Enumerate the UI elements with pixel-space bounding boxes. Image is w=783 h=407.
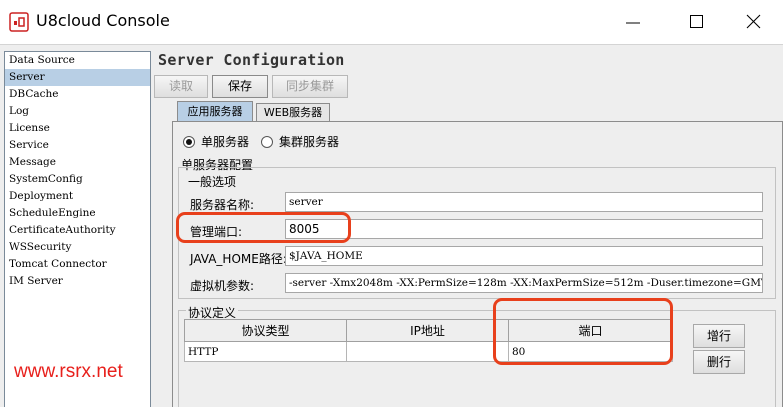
- tab-web-server[interactable]: WEB服务器: [256, 103, 330, 122]
- java-home-field[interactable]: $JAVA_HOME: [285, 246, 763, 266]
- radio-dot-unchecked: [261, 135, 273, 148]
- nav-item-wssecurity[interactable]: WSSecurity: [5, 239, 150, 256]
- nav-item-scheduleengine[interactable]: ScheduleEngine: [5, 205, 150, 222]
- nav-tree: Data Source Server DBCache Log License Servic…: [4, 51, 151, 407]
- radio-cluster-label: 集群服务器: [279, 135, 340, 149]
- tab-app-server[interactable]: 应用服务器: [177, 101, 253, 122]
- nav-item-log[interactable]: Log: [5, 103, 150, 120]
- nav-item-service[interactable]: Service: [5, 137, 150, 154]
- nav-item-data-source[interactable]: Data Source: [5, 52, 150, 69]
- server-name-label: 服务器名称:: [190, 198, 255, 212]
- nav-item-systemconfig[interactable]: SystemConfig: [5, 171, 150, 188]
- read-button[interactable]: 读取: [154, 75, 208, 98]
- radio-cluster-server[interactable]: 集群服务器: [261, 133, 339, 150]
- watermark-text: www.rsrx.net: [14, 361, 123, 382]
- nav-item-server[interactable]: Server: [5, 69, 150, 86]
- sync-cluster-button[interactable]: 同步集群: [272, 75, 348, 98]
- app-icon: [9, 12, 29, 32]
- jvm-args-field[interactable]: -server -Xmx2048m -XX:PermSize=128m -XX:…: [285, 273, 763, 293]
- minimize-button[interactable]: [618, 8, 648, 36]
- nav-item-deployment[interactable]: Deployment: [5, 188, 150, 205]
- window-title: U8cloud Console: [36, 11, 170, 30]
- title-bar: U8cloud Console: [0, 0, 783, 44]
- delete-row-button[interactable]: 删行: [693, 350, 745, 374]
- general-options-legend: 一般选项: [186, 173, 239, 190]
- page-title: Server Configuration: [158, 51, 345, 69]
- column-header-ip[interactable]: IP地址: [346, 319, 509, 342]
- nav-item-license[interactable]: License: [5, 120, 150, 137]
- radio-dot-checked: [183, 135, 195, 148]
- port-highlight: [176, 212, 351, 243]
- radio-single-label: 单服务器: [201, 135, 250, 149]
- add-row-button[interactable]: 增行: [693, 324, 745, 348]
- nav-item-im-server[interactable]: IM Server: [5, 273, 150, 290]
- server-name-field[interactable]: server: [285, 192, 763, 212]
- nav-item-dbcache[interactable]: DBCache: [5, 86, 150, 103]
- save-button[interactable]: 保存: [212, 75, 268, 98]
- table-port-highlight: [493, 298, 673, 365]
- window-body: Data Source Server DBCache Log License Servic…: [0, 44, 783, 407]
- cell-ip[interactable]: [346, 341, 509, 362]
- jvm-args-label: 虚拟机参数:: [190, 279, 255, 293]
- cell-type[interactable]: HTTP: [184, 341, 347, 362]
- nav-item-certificateauthority[interactable]: CertificateAuthority: [5, 222, 150, 239]
- nav-item-message[interactable]: Message: [5, 154, 150, 171]
- close-button[interactable]: [739, 8, 769, 36]
- column-header-type[interactable]: 协议类型: [184, 319, 347, 342]
- nav-item-tomcat-connector[interactable]: Tomcat Connector: [5, 256, 150, 273]
- java-home-label: JAVA_HOME路径:: [190, 252, 287, 266]
- radio-single-server[interactable]: 单服务器: [183, 133, 249, 150]
- admin-port-field[interactable]: 8005: [285, 219, 763, 239]
- maximize-button[interactable]: [682, 8, 712, 36]
